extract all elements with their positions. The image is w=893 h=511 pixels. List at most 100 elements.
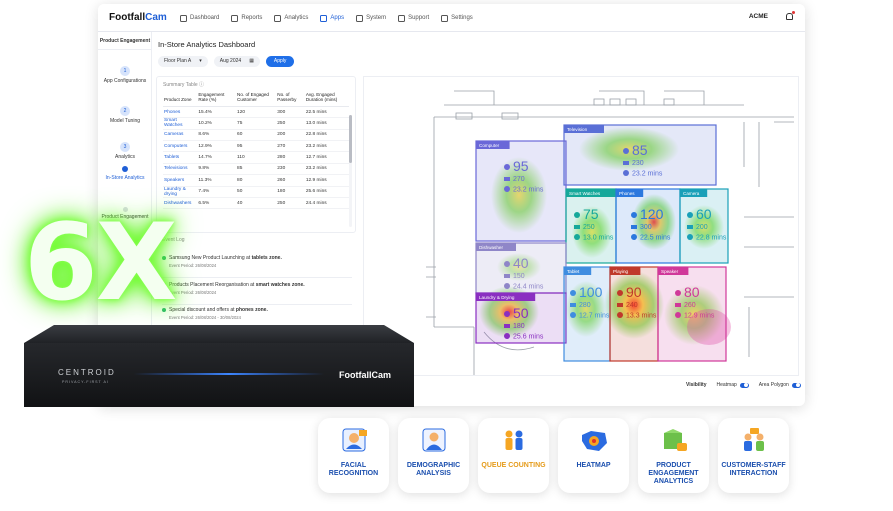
zone-duration: 23.2 mins xyxy=(632,171,663,178)
promo-canvas: FootfallCam Dashboard Reports Analytics App… xyxy=(0,0,893,511)
nav-item-dashboard[interactable]: Dashboard xyxy=(174,4,225,32)
zone-link[interactable]: Laundry & drying xyxy=(163,186,198,198)
calendar-icon: ▦ xyxy=(249,58,254,64)
visibility-controls: Visibility Heatmap Area Polygon xyxy=(686,382,801,388)
zone-link[interactable]: Phones xyxy=(163,106,198,119)
feature-tile-queue[interactable]: QUEUE COUNTING xyxy=(478,418,549,493)
step-label: App Configurations xyxy=(103,78,147,84)
zone-link[interactable]: Computers xyxy=(163,140,198,153)
feature-tile-customer-staff[interactable]: CUSTOMER-STAFF INTERACTION xyxy=(718,418,789,493)
facial-recognition-icon xyxy=(342,428,367,452)
zone-link[interactable]: Cameras xyxy=(163,129,198,142)
event-period: Event Period: 26/08/2024 xyxy=(169,263,217,268)
event-log-item[interactable]: Products Placement Reorganisation at sma… xyxy=(162,282,352,296)
zone-dishwasher[interactable]: Dishwasher 40 150 24.4 mins xyxy=(475,242,567,294)
table-cell: 22.5 mins xyxy=(304,106,349,119)
step-item[interactable]: 3 Analytics xyxy=(98,142,152,160)
event-log-item[interactable]: Special discount and offers at phones zo… xyxy=(162,307,352,321)
zone-tablet[interactable]: Tablet 100 280 12.7 mins xyxy=(563,266,611,362)
table-cell: 120 xyxy=(236,106,277,119)
zone-passerby: 230 xyxy=(632,160,644,167)
zone-speaker[interactable]: Speaker 80 260 12.9 mins xyxy=(657,266,727,362)
column-header[interactable]: Product Zone xyxy=(163,91,198,107)
nav-item-reports[interactable]: Reports xyxy=(225,4,268,32)
table-row[interactable]: Phones 15.4% 120 300 22.5 mins xyxy=(163,106,349,119)
zone-passerby: 260 xyxy=(684,302,696,309)
zone-phones[interactable]: Phones 120 300 22.5 mins xyxy=(615,188,681,264)
table-row[interactable]: Computers 12.9% 95 270 23.2 mins xyxy=(163,140,349,153)
clock-icon xyxy=(504,186,510,192)
zone-engaged-count: 60 xyxy=(696,206,712,222)
passerby-icon xyxy=(570,303,576,307)
zone-label: Dishwasher xyxy=(479,245,503,250)
table-cell: 15.4% xyxy=(197,106,237,119)
zone-computer[interactable]: Computer 95 270 23.2 mins xyxy=(475,140,567,242)
feature-tile-demographic[interactable]: DEMOGRAPHIC ANALYSIS xyxy=(398,418,469,493)
nav-item-system[interactable]: System xyxy=(350,4,392,32)
table-row[interactable]: Smart Watches 10.2% 75 250 13.0 mins xyxy=(163,117,349,130)
zone-laundry-drying[interactable]: Laundry & Drying 50 180 25.6 mins xyxy=(475,292,567,344)
event-log-item[interactable]: Samsung New Product Launching at tablets… xyxy=(162,255,352,269)
table-row[interactable]: Laundry & drying 7.4% 50 180 25.6 mins xyxy=(163,186,349,198)
nav-item-label: Apps xyxy=(330,15,345,21)
people-icon xyxy=(570,290,576,296)
step-item[interactable]: 2 Model Tuning xyxy=(98,106,152,124)
table-scrollbar[interactable] xyxy=(349,115,352,227)
zone-label: Computer xyxy=(479,143,500,148)
account-name[interactable]: ACME xyxy=(749,13,768,20)
zone-link[interactable]: Speakers xyxy=(163,174,198,187)
table-row[interactable]: Dishwashers 6.5% 40 250 24.4 mins xyxy=(163,197,349,210)
column-header[interactable]: No. of Passerby xyxy=(276,91,305,107)
nav-item-label: Support xyxy=(408,15,430,21)
table-cell: 270 xyxy=(276,140,305,153)
zone-link[interactable]: Televisions xyxy=(163,163,198,176)
nav-item-analytics[interactable]: Analytics xyxy=(268,4,314,32)
scrollbar-thumb[interactable] xyxy=(349,115,352,163)
zone-television[interactable]: Television 85 230 23.2 mins xyxy=(563,124,717,186)
settings-icon xyxy=(441,14,449,22)
area-polygon-toggle[interactable] xyxy=(791,382,801,388)
table-cell: 260 xyxy=(276,174,305,187)
summary-title: Summary Table ⓘ xyxy=(163,82,205,88)
floor-plan-select[interactable]: Floor Plan A ▾ xyxy=(158,56,208,67)
column-header[interactable]: Avg. Engaged Duration (mins) xyxy=(304,91,349,107)
device-tagline-text: PRIVACY-FIRST AI xyxy=(62,380,109,384)
heatmap-toggle[interactable] xyxy=(739,382,749,388)
floor-plan-map[interactable]: Television 85 230 23.2 mins Computer 95 270 23.… xyxy=(363,76,799,376)
step-item[interactable]: In-Store Analytics xyxy=(98,166,152,181)
zone-polygons: Television 85 230 23.2 mins Computer 95 270 23.… xyxy=(475,124,729,362)
feature-tile-facial-recognition[interactable]: FACIAL RECOGNITION xyxy=(318,418,389,493)
table-row[interactable]: Tablets 14.7% 110 280 12.7 mins xyxy=(163,151,349,164)
zone-camera[interactable]: Camera 60 200 22.8 mins xyxy=(679,188,729,264)
step-number xyxy=(122,166,128,172)
step-item[interactable]: 1 App Configurations xyxy=(98,66,152,84)
clock-icon xyxy=(570,312,576,318)
feature-tile-heatmap[interactable]: HEATMAP xyxy=(558,418,629,493)
table-cell: 6.5% xyxy=(197,197,237,210)
zone-smart-watches[interactable]: Smart Watches 75 250 13.0 mins xyxy=(565,188,617,264)
heatmap-toggle-label: Heatmap xyxy=(716,382,737,388)
table-row[interactable]: Cameras 8.6% 60 200 22.8 mins xyxy=(163,129,349,142)
zone-playing[interactable]: Playing 90 240 13.3 mins xyxy=(609,266,659,362)
column-header[interactable]: Engagement Rate (%) xyxy=(197,91,237,107)
apply-button[interactable]: Apply xyxy=(265,56,295,67)
passerby-icon xyxy=(631,225,637,229)
period-select[interactable]: Aug 2024 ▦ xyxy=(213,56,260,67)
event-text: Products Placement Reorganisation at xyxy=(169,282,256,288)
zone-link[interactable]: Smart Watches xyxy=(163,117,198,130)
feature-tile-product-engagement[interactable]: PRODUCT ENGAGEMENT ANALYTICS xyxy=(638,418,709,493)
nav-item-apps[interactable]: Apps xyxy=(314,4,350,32)
clock-icon xyxy=(675,312,681,318)
table-cell: 8.6% xyxy=(197,129,237,142)
table-row[interactable]: Speakers 11.3% 80 260 12.9 mins xyxy=(163,174,349,187)
column-header[interactable]: No. of Engaged Customer xyxy=(236,91,277,107)
nav-item-support[interactable]: Support xyxy=(392,4,435,32)
brand-logo[interactable]: FootfallCam xyxy=(109,12,167,23)
table-row[interactable]: Televisions 9.8% 85 230 23.2 mins xyxy=(163,163,349,176)
zone-link[interactable]: Tablets xyxy=(163,151,198,164)
analytics-icon xyxy=(274,14,282,22)
nav-item-settings[interactable]: Settings xyxy=(435,4,479,32)
filter-bar: Floor Plan A ▾ Aug 2024 ▦ Apply xyxy=(158,56,295,67)
clock-icon xyxy=(574,234,580,240)
notification-bell-icon[interactable] xyxy=(786,11,795,20)
